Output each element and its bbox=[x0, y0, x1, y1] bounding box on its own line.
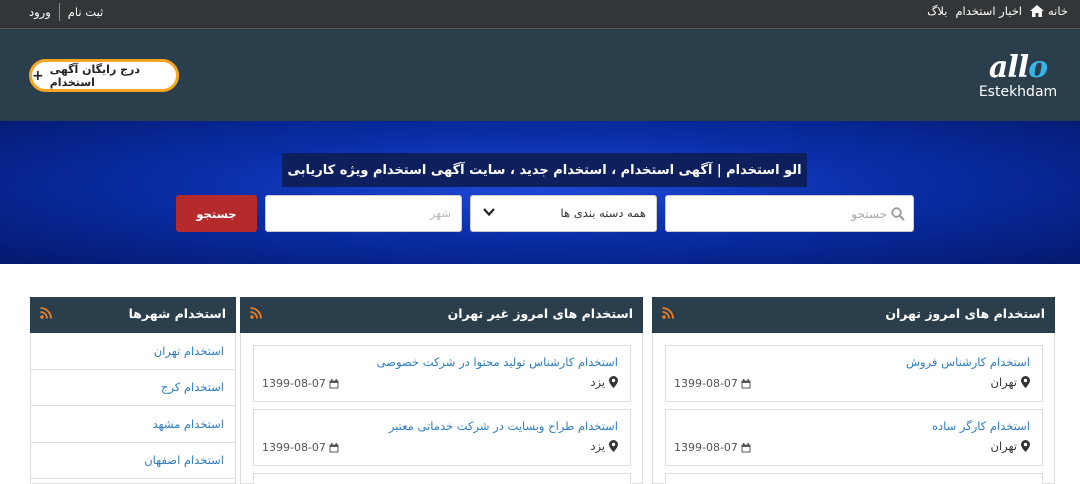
city-link[interactable]: استخدام کرج bbox=[161, 380, 224, 394]
divider bbox=[58, 3, 60, 21]
cities-panel-title: استخدام شهرها bbox=[128, 306, 226, 321]
list-item[interactable]: استخدام کرج bbox=[31, 369, 236, 406]
hero-title: الو استخدام | آگهی استخدام ، استخدام جدی… bbox=[282, 153, 807, 187]
city-link[interactable]: استخدام تهران bbox=[154, 344, 224, 358]
list-item[interactable]: استخدام تهران bbox=[31, 333, 236, 370]
city-placeholder: شهر bbox=[429, 206, 451, 220]
map-marker-icon bbox=[1021, 440, 1030, 452]
logo-subtitle: Estekhdam bbox=[978, 84, 1058, 100]
auth-links: ورود ثبت نام bbox=[29, 3, 103, 21]
calendar-icon bbox=[741, 378, 751, 388]
map-marker-icon bbox=[609, 376, 618, 388]
job-card[interactable]: استخدام طراح وبسایت در شرکت خدماتی معتبر… bbox=[253, 409, 631, 466]
calendar-icon bbox=[329, 378, 339, 388]
list-item[interactable]: استخدام مشهد bbox=[31, 406, 236, 443]
rss-icon[interactable] bbox=[40, 307, 52, 319]
job-date: 1399-08-07 bbox=[674, 377, 751, 390]
blog-link[interactable]: بلاگ bbox=[927, 4, 947, 18]
post-ad-label: درج رایگان آگهی استخدام bbox=[49, 62, 141, 89]
site-logo[interactable]: allo Estekhdam bbox=[976, 53, 1060, 109]
search-icon bbox=[891, 206, 905, 221]
category-select[interactable]: همه دسته بندی ها bbox=[470, 195, 657, 232]
non-tehran-panel-header: استخدام های امروز غیر تهران bbox=[240, 297, 643, 333]
city-input[interactable]: شهر bbox=[265, 195, 462, 232]
job-location: یزد bbox=[590, 375, 618, 389]
job-title[interactable]: استخدام کارگر ساده bbox=[932, 419, 1030, 433]
rss-icon[interactable] bbox=[250, 307, 262, 319]
home-link[interactable]: خانه bbox=[1030, 4, 1068, 18]
job-title[interactable]: استخدام طراح وبسایت در شرکت خدماتی معتبر bbox=[389, 419, 618, 433]
job-title[interactable]: استخدام کارشناس فروش bbox=[906, 355, 1030, 369]
job-card[interactable]: استخدام کارشناس تولید محتوا در شرکت خصوص… bbox=[253, 345, 631, 402]
job-location: یزد bbox=[590, 439, 618, 453]
rss-icon[interactable] bbox=[662, 307, 674, 319]
chevron-down-icon bbox=[483, 208, 495, 217]
logo-word: allo bbox=[988, 50, 1048, 85]
job-card[interactable] bbox=[665, 473, 1043, 484]
search-button[interactable]: جستجو bbox=[176, 195, 257, 232]
job-card[interactable]: استخدام کارشناس فروش تهران 1399-08-07 bbox=[665, 345, 1043, 402]
city-link[interactable]: استخدام مشهد bbox=[153, 417, 225, 431]
map-marker-icon bbox=[609, 440, 618, 452]
job-location: تهران bbox=[991, 375, 1030, 389]
calendar-icon bbox=[741, 442, 751, 452]
logo-accent-letter: o bbox=[1028, 50, 1048, 85]
news-link[interactable]: اخبار استخدام bbox=[955, 4, 1022, 18]
calendar-icon bbox=[329, 442, 339, 452]
tehran-panel-header: استخدام های امروز تهران bbox=[652, 297, 1055, 333]
job-location: تهران bbox=[991, 439, 1030, 453]
search-hero: الو استخدام | آگهی استخدام ، استخدام جدی… bbox=[0, 121, 1080, 264]
top-bar: خانه اخبار استخدام بلاگ ورود ثبت نام bbox=[0, 0, 1080, 29]
cities-panel-header: استخدام شهرها bbox=[30, 297, 236, 333]
tehran-panel-title: استخدام های امروز تهران bbox=[885, 306, 1045, 321]
job-card[interactable]: استخدام کارگر ساده تهران 1399-08-07 bbox=[665, 409, 1043, 466]
home-icon bbox=[1030, 5, 1045, 17]
search-input[interactable]: جستجو bbox=[665, 195, 914, 232]
search-placeholder: جستجو bbox=[851, 206, 887, 221]
job-date: 1399-08-07 bbox=[262, 441, 339, 454]
home-label: خانه bbox=[1048, 4, 1068, 18]
job-date: 1399-08-07 bbox=[674, 441, 751, 454]
register-link[interactable]: ثبت نام bbox=[68, 5, 103, 19]
category-value: همه دسته بندی ها bbox=[560, 206, 646, 220]
city-link[interactable]: استخدام اصفهان bbox=[144, 453, 224, 467]
job-title[interactable]: استخدام کارشناس تولید محتوا در شرکت خصوص… bbox=[377, 355, 618, 369]
login-link[interactable]: ورود bbox=[29, 5, 51, 19]
non-tehran-panel-title: استخدام های امروز غیر تهران bbox=[447, 306, 633, 321]
cities-list: استخدام تهران استخدام کرج استخدام مشهد ا… bbox=[30, 333, 236, 484]
site-header: + درج رایگان آگهی استخدام allo Estekhdam bbox=[0, 29, 1080, 121]
job-date: 1399-08-07 bbox=[262, 377, 339, 390]
top-nav: خانه اخبار استخدام بلاگ bbox=[927, 4, 1068, 18]
list-item[interactable]: استخدام اصفهان bbox=[31, 442, 236, 479]
job-card[interactable] bbox=[253, 473, 631, 484]
map-marker-icon bbox=[1021, 376, 1030, 388]
plus-icon: + bbox=[32, 67, 44, 84]
post-ad-button[interactable]: + درج رایگان آگهی استخدام bbox=[29, 59, 179, 92]
